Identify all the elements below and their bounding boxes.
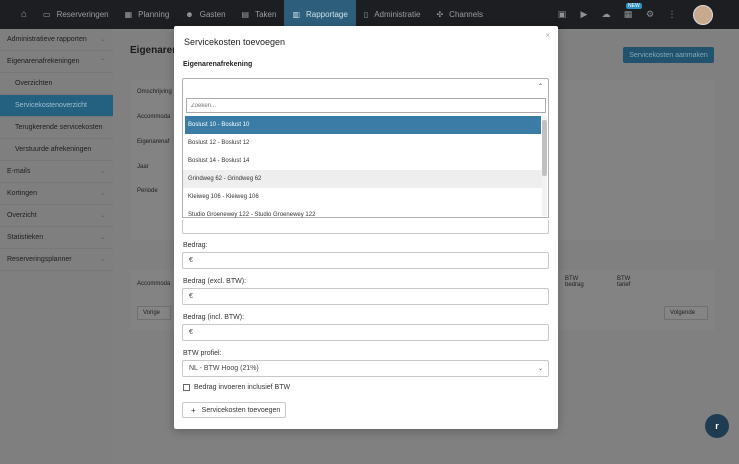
dropdown-option[interactable]: Boslust 12 - Boslust 12 xyxy=(183,134,543,152)
top-nav: ⌂ ▭ Reserveringen ▦ Planning ☻ Gasten ▤ Take… xyxy=(0,0,739,29)
chevron-down-icon: ⌄ xyxy=(99,169,105,175)
currency-symbol: € xyxy=(189,293,193,300)
filter-label-accommodatie: Accommoda xyxy=(137,114,171,120)
plus-icon: + xyxy=(191,405,196,415)
amount-incl-label: Bedrag (incl. BTW): xyxy=(183,314,245,321)
table-header-accommodatie: Accommoda xyxy=(137,281,171,287)
chart-icon: ▥ xyxy=(292,10,300,19)
filter-label-periode: Periode xyxy=(137,188,158,194)
chevron-up-icon: ⌃ xyxy=(537,84,543,90)
next-page-button[interactable]: Volgende xyxy=(664,306,708,320)
add-button-label: Servicekosten toevoegen xyxy=(201,406,281,414)
sidebar-item-eigenarenafrekeningen[interactable]: Eigenarenafrekeningen ⌃ xyxy=(0,51,113,73)
owner-statement-select[interactable]: ⌃ xyxy=(182,78,549,96)
gear-icon[interactable]: ⚙ xyxy=(639,9,661,20)
sidebar-item-overzicht[interactable]: Overzicht ⌄ xyxy=(0,205,113,227)
dropdown-option[interactable]: Studio Groenewey 122 - Studio Groenewey … xyxy=(183,206,543,218)
sidebar-item-e-mails[interactable]: E-mails ⌄ xyxy=(0,161,113,183)
sidebar-item-kortingen[interactable]: Kortingen ⌄ xyxy=(0,183,113,205)
vat-profile-select[interactable]: NL - BTW Hoog (21%) ⌄ xyxy=(182,360,549,377)
incl-vat-checkbox-row[interactable]: Bedrag invoeren inclusief BTW xyxy=(183,384,290,391)
chevron-down-icon: ⌄ xyxy=(537,366,543,372)
filter-label-jaar: Jaar xyxy=(137,164,149,170)
nav-administratie[interactable]: ▯ Administratie xyxy=(356,0,429,29)
sidebar: Administratieve rapporten ⌄ Eigenarenafre… xyxy=(0,29,113,464)
chevron-down-icon: ⌄ xyxy=(99,235,105,241)
currency-symbol: € xyxy=(189,257,193,264)
filter-label-omschrijving: Omschrijving xyxy=(137,89,172,95)
home-icon[interactable]: ⌂ xyxy=(17,0,31,29)
sidebar-item-administratieve-rapporten[interactable]: Administratieve rapporten ⌄ xyxy=(0,29,113,51)
create-servicekosten-button[interactable]: Servicekosten aanmaken xyxy=(623,47,714,63)
chevron-down-icon: ⌄ xyxy=(99,257,105,263)
amount-excl-label: Bedrag (excl. BTW): xyxy=(183,278,247,285)
video-icon[interactable]: ▶ xyxy=(573,9,595,20)
dropdown-scrollbar[interactable] xyxy=(542,116,547,216)
chat-icon: r xyxy=(715,421,719,431)
modal-title: Servicekosten toevoegen xyxy=(184,37,286,47)
channels-icon: ✣ xyxy=(436,10,444,19)
table-header-btw-bedrag: BTW bedrag xyxy=(565,276,584,288)
apps-icon[interactable]: ▦ NEW xyxy=(617,3,642,20)
dropdown-option[interactable]: Kleiweg 106 - Kleiweg 106 xyxy=(183,188,543,206)
sidebar-item-statistieken[interactable]: Statistieken ⌄ xyxy=(0,227,113,249)
sidebar-item-reserveringsplanner[interactable]: Reserveringsplanner ⌄ xyxy=(0,249,113,271)
cloud-download-icon[interactable]: ☁ xyxy=(595,9,617,20)
monitor-icon: ▭ xyxy=(43,10,51,19)
document-icon: ▯ xyxy=(363,10,369,19)
clipboard-icon: ▤ xyxy=(241,10,250,19)
filter-label-eigenarenafrekening: Eigenarenaf xyxy=(137,139,170,145)
amount-input[interactable]: € xyxy=(182,252,549,269)
amount-excl-input[interactable]: € xyxy=(182,288,549,305)
dropdown-search-input[interactable] xyxy=(186,98,546,113)
currency-symbol: € xyxy=(189,329,193,336)
sidebar-item-servicekostenoverzicht[interactable]: Servicekostenoverzicht xyxy=(0,95,113,117)
vat-profile-label: BTW profiel: xyxy=(183,350,222,357)
dropdown-option[interactable]: Boslust 14 - Boslust 14 xyxy=(183,152,543,170)
chevron-up-icon: ⌃ xyxy=(99,59,105,65)
close-icon[interactable]: × xyxy=(545,31,550,40)
avatar[interactable] xyxy=(693,4,713,25)
nav-channels[interactable]: ✣ Channels xyxy=(428,0,491,29)
nav-gasten[interactable]: ☻ Gasten xyxy=(177,0,233,29)
nav-taken[interactable]: ▤ Taken xyxy=(234,0,285,29)
chevron-down-icon: ⌄ xyxy=(99,191,105,197)
sidebar-item-verstuurde-afrekeningen[interactable]: Verstuurde afrekeningen xyxy=(0,139,113,161)
nav-planning[interactable]: ▦ Planning xyxy=(117,0,178,29)
users-icon: ☻ xyxy=(185,10,194,19)
table-header-btw-tarief: BTW tarief xyxy=(617,276,631,288)
add-servicekosten-button[interactable]: + Servicekosten toevoegen xyxy=(182,402,286,418)
chevron-down-icon: ⌄ xyxy=(99,37,105,43)
owner-statement-label: Eigenarenafrekening xyxy=(183,61,253,68)
grid-icon: ▦ xyxy=(124,10,133,19)
dropdown-options: Boslust 10 - Boslust 10 Boslust 12 - Bos… xyxy=(183,116,543,218)
incl-vat-checkbox[interactable] xyxy=(183,384,190,391)
nav-right-tools: ▣ ▶ ☁ ▦ NEW ⚙ ⋮ xyxy=(551,0,739,29)
prev-page-button[interactable]: Vorige xyxy=(137,306,171,320)
sidebar-item-overzichten[interactable]: Overzichten xyxy=(0,73,113,95)
report-icon[interactable]: ▣ xyxy=(551,9,573,20)
add-servicekosten-modal: Servicekosten toevoegen × Eigenarenafrek… xyxy=(174,26,558,429)
more-icon[interactable]: ⋮ xyxy=(661,9,683,20)
amount-incl-input[interactable]: € xyxy=(182,324,549,341)
sidebar-item-terugkerende-servicekosten[interactable]: Terugkerende servicekosten xyxy=(0,117,113,139)
vat-profile-value: NL - BTW Hoog (21%) xyxy=(189,365,259,372)
dropdown-option[interactable]: Grindweg 62 - Grindweg 62 xyxy=(183,170,543,188)
scrollbar-thumb[interactable] xyxy=(542,120,547,176)
amount-label: Bedrag: xyxy=(183,242,208,249)
chat-support-button[interactable]: r xyxy=(705,414,729,438)
incl-vat-checkbox-label: Bedrag invoeren inclusief BTW xyxy=(194,384,291,391)
owner-statement-dropdown: Boslust 10 - Boslust 10 Boslust 12 - Bos… xyxy=(182,95,549,218)
nav-rapportage[interactable]: ▥ Rapportage xyxy=(284,0,356,29)
dropdown-option[interactable]: Boslust 10 - Boslust 10 xyxy=(185,116,541,134)
nav-reserveringen[interactable]: ▭ Reserveringen xyxy=(35,0,117,29)
chevron-down-icon: ⌄ xyxy=(99,213,105,219)
hidden-field-behind-dropdown[interactable] xyxy=(182,219,549,234)
